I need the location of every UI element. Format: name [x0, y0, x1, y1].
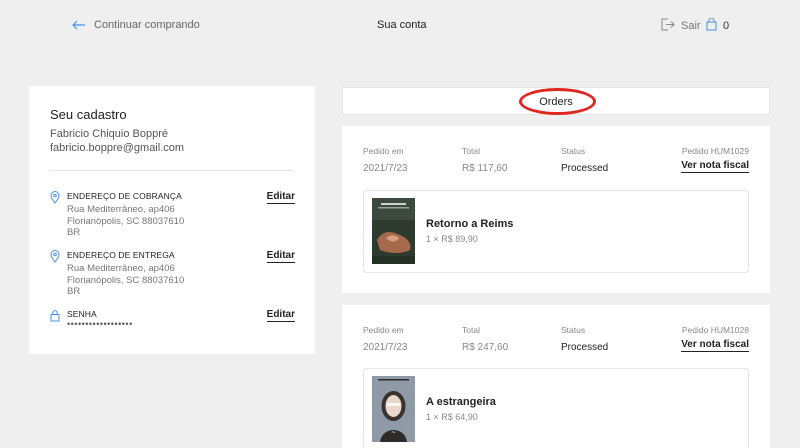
edit-shipping-button[interactable]: Editar — [266, 250, 295, 263]
order-total: Total R$ 117,60 — [462, 146, 507, 174]
book-cover-image — [372, 198, 415, 264]
item-title: A estrangeira — [426, 396, 496, 408]
edit-password-button[interactable]: Editar — [266, 309, 295, 322]
password-label: SENHA — [67, 309, 97, 319]
account-name: Fabricio Chiquio Boppré — [50, 128, 169, 140]
order-status: Status Processed — [561, 146, 608, 174]
shipping-address-line: Rua Mediterrâneo, ap406 — [67, 263, 175, 274]
item-title: Retorno a Reims — [426, 218, 514, 230]
location-pin-icon — [50, 191, 62, 205]
cart-button[interactable]: 0 — [706, 17, 730, 34]
order-date: Pedido em 2021/7/23 — [363, 325, 408, 353]
orders-header: Orders — [342, 87, 770, 115]
password-block: SENHA •••••••••••••••••• Editar — [50, 309, 295, 331]
order-status: Status Processed — [561, 325, 608, 353]
billing-address-line: Rua Mediterrâneo, ap406 — [67, 204, 175, 215]
account-heading: Seu cadastro — [50, 107, 127, 122]
continue-shopping-link[interactable]: Continuar comprando — [72, 18, 200, 32]
edit-billing-button[interactable]: Editar — [266, 191, 295, 204]
shopping-bag-icon — [706, 17, 717, 34]
billing-address-lines: Rua Mediterrâneo, ap406 Florianópolis, S… — [67, 204, 184, 239]
order-date-value: 2021/7/23 — [363, 163, 408, 174]
shipping-address: ENDEREÇO DE ENTREGA Rua Mediterrâneo, ap… — [50, 250, 295, 300]
divider — [50, 170, 293, 171]
top-bar: Continuar comprando Sua conta Sair 0 — [0, 0, 800, 50]
billing-address-line: Florianópolis, SC 88037610 — [67, 215, 185, 227]
order-card: Pedido em 2021/7/23 Total R$ 247,60 Stat… — [342, 305, 770, 448]
order-total-label: Total — [462, 325, 480, 335]
continue-shopping-label: Continuar comprando — [94, 19, 200, 31]
svg-text:~: ~ — [391, 429, 396, 436]
order-id: Pedido HUM1028 — [681, 325, 749, 335]
location-pin-icon — [50, 250, 62, 264]
order-total-label: Total — [462, 146, 480, 156]
order-card: Pedido em 2021/7/23 Total R$ 117,60 Stat… — [342, 126, 770, 293]
lock-icon — [50, 309, 62, 323]
account-card: Seu cadastro Fabricio Chiquio Boppré fab… — [29, 86, 315, 354]
password-masked: •••••••••••••••••• — [67, 319, 133, 329]
billing-address-line: BR — [67, 227, 81, 238]
order-total: Total R$ 247,60 — [462, 325, 508, 353]
item-quantity: 1 × R$ 64,90 — [426, 412, 478, 422]
view-invoice-link[interactable]: Ver nota fiscal — [681, 339, 749, 352]
order-status-value: Processed — [561, 342, 609, 353]
order-status-label: Status — [561, 146, 586, 156]
order-item[interactable]: ~ A estrangeira 1 × R$ 64,90 — [363, 368, 749, 448]
page-title: Sua conta — [377, 19, 427, 31]
billing-address: ENDEREÇO DE COBRANÇA Rua Mediterrâneo, a… — [50, 191, 295, 241]
order-date: Pedido em 2021/7/23 — [363, 146, 408, 174]
logout-button[interactable]: Sair — [661, 18, 701, 34]
shipping-address-label: ENDEREÇO DE ENTREGA — [67, 250, 175, 260]
order-date-value: 2021/7/23 — [363, 342, 408, 353]
item-quantity: 1 × R$ 89,90 — [426, 234, 478, 244]
logout-label: Sair — [681, 20, 701, 32]
book-cover-image: ~ — [372, 376, 415, 442]
billing-address-label: ENDEREÇO DE COBRANÇA — [67, 191, 182, 201]
logout-icon — [661, 18, 675, 34]
order-total-value: R$ 247,60 — [462, 342, 509, 353]
account-email: fabricio.boppre@gmail.com — [50, 142, 185, 154]
order-date-label: Pedido em — [363, 325, 404, 335]
arrow-left-icon — [72, 18, 86, 32]
shipping-address-lines: Rua Mediterrâneo, ap406 Florianópolis, S… — [67, 263, 184, 298]
order-total-value: R$ 117,60 — [462, 163, 508, 174]
order-date-label: Pedido em — [363, 146, 404, 156]
highlight-circle — [519, 88, 596, 115]
shipping-address-line: Florianópolis, SC 88037610 — [67, 274, 185, 286]
order-status-label: Status — [561, 325, 586, 335]
order-status-value: Processed — [561, 163, 609, 174]
cart-count: 0 — [723, 20, 730, 32]
order-id: Pedido HUM1029 — [681, 146, 749, 156]
view-invoice-link[interactable]: Ver nota fiscal — [681, 160, 749, 173]
shipping-address-line: BR — [67, 286, 81, 297]
order-item[interactable]: Retorno a Reims 1 × R$ 89,90 — [363, 190, 749, 273]
